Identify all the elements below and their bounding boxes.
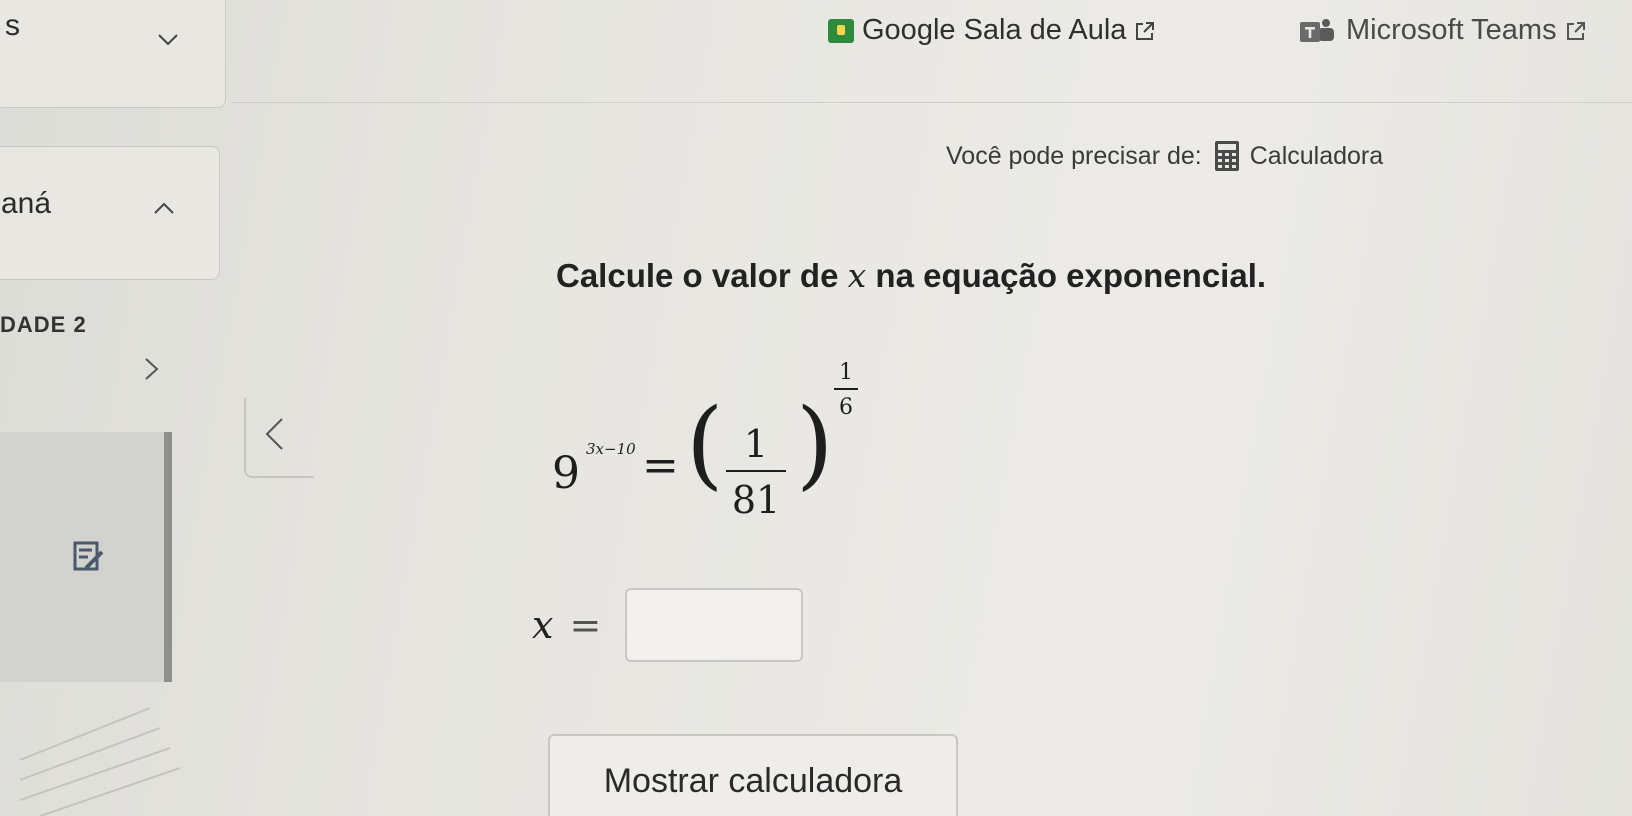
equation-open-paren: ( [686, 388, 724, 500]
fraction-numerator: 1 [743, 422, 769, 466]
external-link-icon [1566, 21, 1585, 40]
equation-base: 9 [552, 448, 580, 499]
google-classroom-label: Google Sala de Aula [862, 14, 1127, 46]
answer-equals: = [569, 603, 602, 647]
microsoft-teams-icon [1300, 18, 1334, 42]
sidebar: s aná DADE 2 [0, 0, 232, 816]
previous-button[interactable] [244, 398, 314, 478]
question-prefix: Calcule o valor de [556, 257, 839, 294]
microsoft-teams-label: Microsoft Teams [1346, 14, 1557, 46]
equation-close-paren: ) [796, 388, 834, 500]
question-suffix: na equação exponencial. [875, 257, 1267, 294]
equation-fraction: 1 81 [724, 422, 788, 522]
microsoft-teams-link[interactable]: Microsoft Teams [1296, 14, 1587, 47]
outer-exponent-denominator: 6 [839, 395, 853, 420]
show-calculator-button[interactable]: Mostrar calculadora [548, 734, 958, 816]
question-text: Calcule o valor de x na equação exponenc… [556, 256, 1266, 295]
sidebar-section-2[interactable]: aná [0, 146, 220, 280]
equation-equals: = [642, 440, 679, 491]
topbar-divider [232, 102, 1632, 103]
tools-hint-label: Você pode precisar de: [946, 141, 1202, 170]
chevron-up-icon [154, 202, 174, 214]
calculator-label: Calculadora [1249, 141, 1384, 170]
answer-row: x = [532, 588, 804, 662]
fraction-bar [726, 470, 786, 472]
answer-variable: x [532, 603, 554, 647]
exponential-equation: 9 3x−10 = ( 1 81 ) 1 6 [552, 360, 892, 560]
sidebar-section-1-label: s [5, 9, 20, 42]
page: s aná DADE 2 Google Sala de Aula Microso… [0, 0, 1632, 816]
fraction-denominator: 81 [731, 478, 781, 522]
calculator-icon [1214, 141, 1239, 171]
outer-exponent-numerator: 1 [839, 360, 853, 385]
question-variable: x [847, 256, 867, 295]
edit-note-icon[interactable] [72, 540, 106, 574]
chevron-left-icon [265, 418, 283, 450]
answer-input[interactable] [625, 588, 804, 662]
sidebar-section-1[interactable]: s [0, 0, 226, 108]
decorative-lines [20, 707, 180, 816]
google-classroom-icon [828, 18, 854, 43]
chevron-down-icon [158, 34, 178, 46]
tools-hint: Você pode precisar de: Calculadora [946, 140, 1383, 172]
equation-outer-exponent: 1 6 [834, 360, 858, 420]
equation-exponent: 3x−10 [586, 440, 636, 458]
sidebar-section-2-label: aná [1, 187, 52, 220]
calculator-link[interactable]: Calculadora [1214, 140, 1383, 172]
outer-exponent-bar [834, 388, 858, 390]
google-classroom-link[interactable]: Google Sala de Aula [828, 14, 1156, 47]
chevron-right-icon[interactable] [142, 356, 162, 382]
sidebar-item-activity-label[interactable]: DADE 2 [0, 312, 87, 338]
external-link-icon [1136, 21, 1155, 40]
